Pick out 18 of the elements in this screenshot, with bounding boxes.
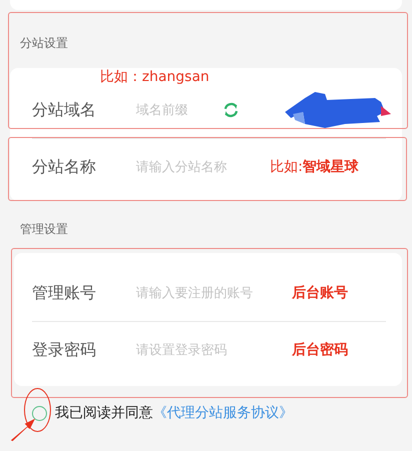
refresh-icon[interactable] — [222, 101, 240, 119]
field-label: 分站域名 — [32, 100, 97, 120]
field-label: 管理账号 — [32, 282, 97, 304]
input-field[interactable]: 请输入分站名称 — [136, 160, 260, 174]
annotation-text: 比如:智域星球 — [270, 158, 359, 176]
agreement-text: 我已阅读并同意 — [55, 404, 153, 422]
field-label: 登录密码 — [32, 340, 97, 360]
input-field[interactable]: 请设置登录密码 — [136, 342, 276, 358]
annotation-arrow — [10, 416, 36, 442]
field-label: 分站名称 — [32, 156, 97, 178]
annotation-text: 后台账号 — [292, 284, 348, 302]
section-title: 分站设置 — [20, 36, 68, 50]
input-field[interactable]: 请输入要注册的账号 — [136, 286, 276, 300]
annotation-text: 比如：zhangsan — [100, 68, 210, 86]
agreement-link[interactable]: 《代理分站服务协议》 — [153, 404, 293, 422]
annotation-text: 后台密码 — [292, 341, 348, 359]
input-field[interactable]: 域名前缀 — [136, 102, 216, 118]
section-title: 管理设置 — [20, 222, 68, 236]
